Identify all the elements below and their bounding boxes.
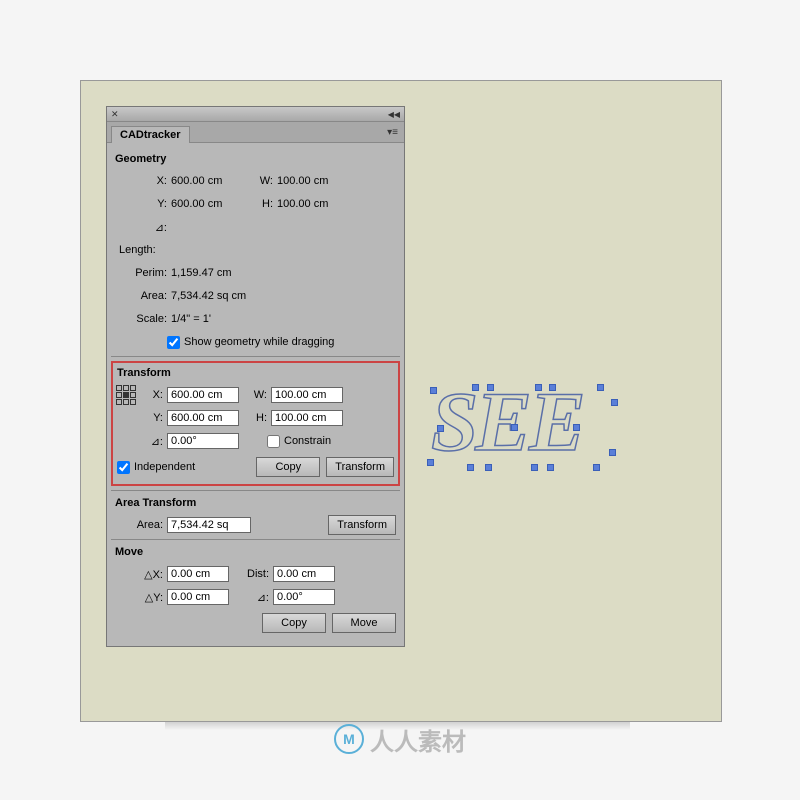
- area-input[interactable]: [167, 517, 251, 533]
- transform-highlight: Transform X: W:: [111, 361, 400, 486]
- move-dist-label: Dist:: [229, 568, 273, 580]
- move-angle-input[interactable]: [273, 589, 335, 605]
- anchor-point[interactable]: [437, 425, 444, 432]
- anchor-point[interactable]: [531, 464, 538, 471]
- trans-angle-input[interactable]: [167, 433, 239, 449]
- anchor-point[interactable]: [472, 384, 479, 391]
- move-move-button[interactable]: Move: [332, 613, 396, 633]
- move-dy-label: △Y:: [115, 591, 167, 604]
- trans-x-label: X:: [141, 389, 167, 401]
- geom-area-label: Area:: [115, 290, 171, 302]
- geom-h-value: 100.00 cm: [277, 198, 328, 210]
- transform-copy-button[interactable]: Copy: [256, 457, 320, 477]
- anchor-point[interactable]: [573, 424, 580, 431]
- trans-w-input[interactable]: [271, 387, 343, 403]
- anchor-point[interactable]: [427, 459, 434, 466]
- tab-cadtracker[interactable]: CADtracker: [111, 126, 190, 143]
- independent-label: Independent: [134, 461, 195, 473]
- canvas: ✕ ◀◀ CADtracker ▾≡ Geometry X: 600.00 cm…: [80, 80, 722, 722]
- transform-title: Transform: [117, 367, 394, 379]
- anchor-point[interactable]: [597, 384, 604, 391]
- panel-titlebar[interactable]: ✕ ◀◀: [107, 107, 404, 122]
- geom-w-value: 100.00 cm: [277, 175, 328, 187]
- move-copy-button[interactable]: Copy: [262, 613, 326, 633]
- move-title: Move: [115, 546, 396, 558]
- move-dx-label: △X:: [115, 568, 167, 581]
- anchor-point[interactable]: [535, 384, 542, 391]
- trans-y-label: Y:: [141, 412, 167, 424]
- geom-scale-value: 1/4" = 1': [171, 313, 211, 325]
- anchor-selector[interactable]: [117, 385, 141, 405]
- geom-perim-label: Perim:: [115, 267, 171, 279]
- move-dist-input[interactable]: [273, 566, 335, 582]
- anchor-point[interactable]: [609, 449, 616, 456]
- watermark-logo-icon: M: [334, 724, 364, 754]
- constrain-label: Constrain: [284, 435, 331, 447]
- area-label: Area:: [115, 519, 167, 531]
- trans-h-label: H:: [239, 412, 271, 424]
- trans-w-label: W:: [239, 389, 271, 401]
- independent-checkbox[interactable]: [117, 461, 130, 474]
- geom-angle-label: ⊿:: [115, 221, 171, 234]
- anchor-point[interactable]: [511, 424, 518, 431]
- cadtracker-panel: ✕ ◀◀ CADtracker ▾≡ Geometry X: 600.00 cm…: [106, 106, 405, 647]
- panel-menu-icon[interactable]: ▾≡: [387, 127, 398, 138]
- anchor-point[interactable]: [593, 464, 600, 471]
- geom-x-label: X:: [115, 175, 171, 187]
- geom-scale-label: Scale:: [115, 313, 171, 325]
- anchor-point[interactable]: [549, 384, 556, 391]
- anchor-point[interactable]: [430, 387, 437, 394]
- collapse-icon[interactable]: ◀◀: [388, 110, 400, 119]
- geom-y-value: 600.00 cm: [171, 198, 251, 210]
- area-transform-title: Area Transform: [115, 497, 396, 509]
- show-geometry-checkbox[interactable]: [167, 336, 180, 349]
- geom-y-label: Y:: [115, 198, 171, 210]
- canvas-selected-text[interactable]: SEE: [431, 386, 616, 481]
- area-transform-button[interactable]: Transform: [328, 515, 396, 535]
- panel-body: Geometry X: 600.00 cm W: 100.00 cm Y: 60…: [107, 143, 404, 646]
- watermark-footer: M 人人素材: [80, 723, 720, 755]
- geom-w-label: W:: [251, 175, 277, 187]
- trans-y-input[interactable]: [167, 410, 239, 426]
- anchor-point[interactable]: [467, 464, 474, 471]
- anchor-point[interactable]: [485, 464, 492, 471]
- move-dx-input[interactable]: [167, 566, 229, 582]
- divider: [111, 490, 400, 491]
- divider: [111, 356, 400, 357]
- tab-row: CADtracker ▾≡: [107, 122, 404, 143]
- trans-h-input[interactable]: [271, 410, 343, 426]
- transform-transform-button[interactable]: Transform: [326, 457, 394, 477]
- geom-area-value: 7,534.42 sq cm: [171, 290, 246, 302]
- anchor-point[interactable]: [611, 399, 618, 406]
- geom-h-label: H:: [251, 198, 277, 210]
- anchor-point[interactable]: [487, 384, 494, 391]
- geom-length-label: Length:: [115, 244, 175, 256]
- anchor-point[interactable]: [547, 464, 554, 471]
- trans-angle-label: ⊿:: [141, 435, 167, 448]
- close-icon[interactable]: ✕: [111, 109, 119, 120]
- geom-x-value: 600.00 cm: [171, 175, 251, 187]
- move-dy-input[interactable]: [167, 589, 229, 605]
- constrain-checkbox[interactable]: [267, 435, 280, 448]
- geom-perim-value: 1,159.47 cm: [171, 267, 232, 279]
- move-angle-label: ⊿:: [229, 591, 273, 604]
- divider: [111, 539, 400, 540]
- geometry-title: Geometry: [115, 153, 396, 165]
- show-geometry-label: Show geometry while dragging: [184, 336, 334, 348]
- watermark-text: 人人素材: [370, 722, 466, 757]
- trans-x-input[interactable]: [167, 387, 239, 403]
